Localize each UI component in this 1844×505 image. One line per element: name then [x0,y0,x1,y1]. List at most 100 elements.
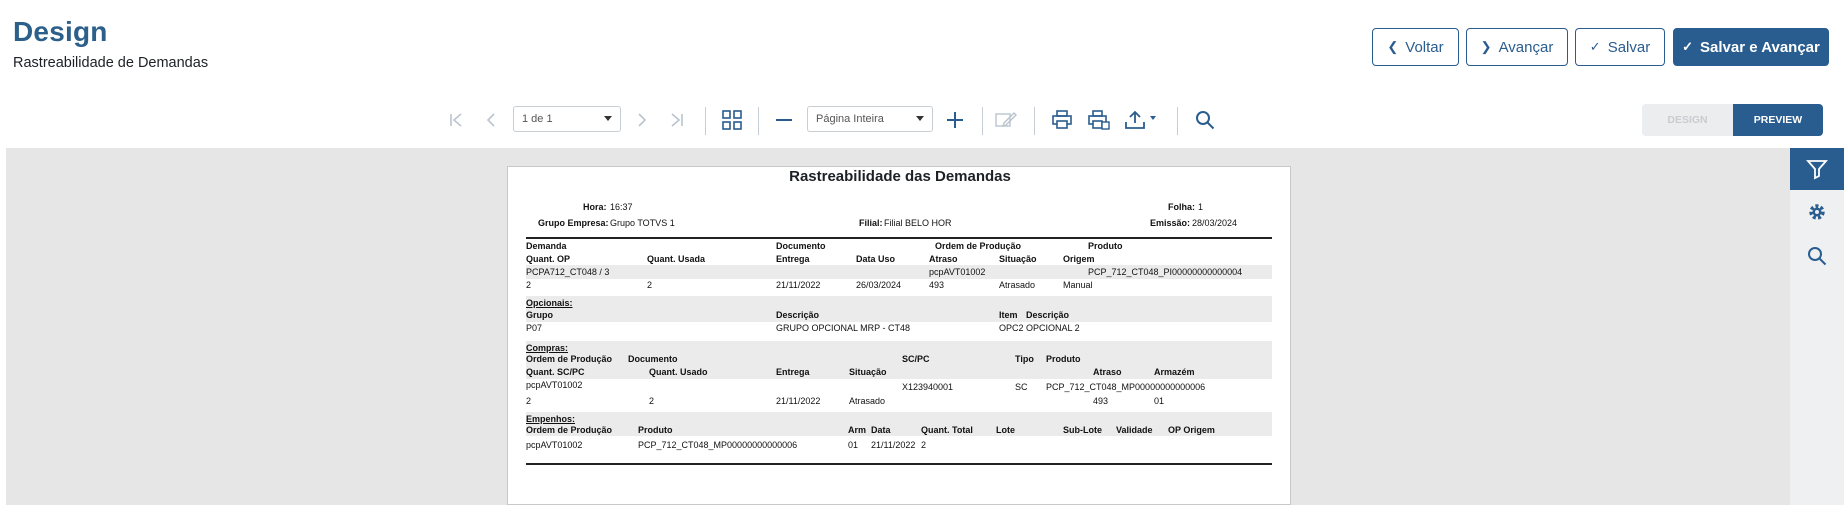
first-page-icon[interactable] [446,110,466,130]
col-header: Documento [628,354,678,364]
col-header: Situação [849,367,887,377]
caret-down-icon [916,116,924,121]
chevron-right-icon: ❯ [1480,39,1492,54]
col-header: Origem [1063,254,1095,264]
report-page: Rastreabilidade das Demandas Hora: 16:37… [507,166,1291,505]
col-header: Entrega [776,254,810,264]
emissao-label: Emissão: [1150,218,1191,228]
cell: 26/03/2024 [856,280,902,290]
cell: pcpAVT01002 [929,267,986,277]
cell: 21/11/2022 [776,396,821,406]
zoom-out-icon[interactable] [773,110,795,130]
col-header: Sub-Lote [1063,425,1102,435]
cell: pcpAVT01002 [526,440,583,450]
col-header: Descrição [776,310,820,320]
last-page-icon[interactable] [667,110,687,130]
thumbnails-icon[interactable] [720,108,744,132]
cell: PCP_712_CT048_MP00000000000006 [1046,382,1206,392]
right-sidebar [1790,148,1844,505]
print-icon[interactable] [1050,108,1074,132]
back-button[interactable]: ❮ Voltar [1372,28,1459,66]
col-header: OP Origem [1168,425,1215,435]
col-header: Ordem de Produção [526,425,613,435]
toolbar-separator [1177,107,1178,135]
col-header: Demanda [526,241,567,251]
col-header: Quant. Usado [649,367,708,377]
cell: 01 [1154,396,1165,406]
col-header: Tipo [1015,354,1034,364]
cell: 01 [848,440,859,450]
zoom-select-value: Página Inteira [816,113,884,125]
folha-label: Folha: [1168,202,1195,212]
col-header: Lote [996,425,1015,435]
col-header: Atraso [1093,367,1122,377]
check-icon: ✓ [1682,39,1694,54]
col-header: Produto [1088,241,1123,251]
col-header: Ordem de Produção [935,241,1022,251]
cell: Atrasado [999,280,1036,290]
save-and-next-button[interactable]: ✓ Salvar e Avançar [1673,28,1829,66]
page-select[interactable]: 1 de 1 [513,106,621,132]
section-title: Compras: [526,343,569,353]
hora-value: 16:37 [610,202,633,212]
save-and-next-button-label: Salvar e Avançar [1700,38,1820,56]
cell: PCPA712_CT048 / 3 [526,267,610,277]
save-button[interactable]: ✓ Salvar [1575,28,1665,66]
col-header: Data [871,425,891,435]
emissao-value: 28/03/2024 [1192,218,1238,228]
filial-label: Filial: [859,218,883,228]
search-icon[interactable] [1193,108,1217,132]
caret-down-icon [604,116,612,121]
cell: PCP_712_CT048_MP00000000000006 [638,440,798,450]
filial-value: Filial BELO HOR [884,218,952,228]
cell: 21/11/2022 [871,440,916,450]
export-icon[interactable] [1124,108,1160,132]
divider [526,237,1272,239]
zoom-in-icon[interactable] [944,110,966,130]
print-settings-icon[interactable] [1086,108,1112,132]
grupo-value: Grupo TOTVS 1 [610,218,675,228]
folha-value: 1 [1198,202,1204,212]
col-header: Validade [1116,425,1153,435]
zoom-select[interactable]: Página Inteira [807,106,933,132]
edit-icon[interactable] [994,108,1020,132]
report-title: Rastreabilidade das Demandas [789,168,1011,185]
page-header: Design Rastreabilidade de Demandas ❮ Vol… [0,0,1844,90]
col-header: Entrega [776,367,810,377]
cell: 2 [526,396,532,406]
filter-icon[interactable] [1790,148,1844,190]
col-header: Quant. SC/PC [526,367,585,377]
col-header: Grupo [526,310,553,320]
cell: 2 [649,396,655,406]
cell: SC [1015,382,1028,392]
section-band [526,296,1272,322]
page-subtitle: Rastreabilidade de Demandas [13,55,209,71]
cell: P07 [526,323,543,333]
toolbar-separator [982,107,983,135]
cell: 493 [929,280,945,290]
col-header: Situação [999,254,1037,264]
col-header: Quant. OP [526,254,571,264]
cell: Manual [1063,280,1093,290]
next-page-icon[interactable] [632,110,652,130]
preview-mode-button[interactable]: PREVIEW [1733,104,1823,136]
cell: pcpAVT01002 [526,380,583,390]
hora-label: Hora: [583,202,607,212]
section-title: Opcionais: [526,298,573,308]
search-icon[interactable] [1790,238,1844,274]
gear-icon[interactable] [1790,194,1844,230]
cell: 493 [1093,396,1109,406]
page-select-value: 1 de 1 [522,113,553,125]
design-mode-button[interactable]: DESIGN [1642,104,1733,136]
col-header: Atraso [929,254,958,264]
cell: X123940001 [902,382,954,392]
next-button[interactable]: ❯ Avançar [1466,28,1568,66]
toolbar-separator [705,107,706,135]
col-header: Item [999,310,1018,320]
toolbar-separator [1034,107,1035,135]
cell: 2 [647,280,653,290]
divider [526,463,1272,465]
back-button-label: Voltar [1405,38,1444,56]
col-header: Quant. Usada [647,254,706,264]
previous-page-icon[interactable] [481,110,501,130]
